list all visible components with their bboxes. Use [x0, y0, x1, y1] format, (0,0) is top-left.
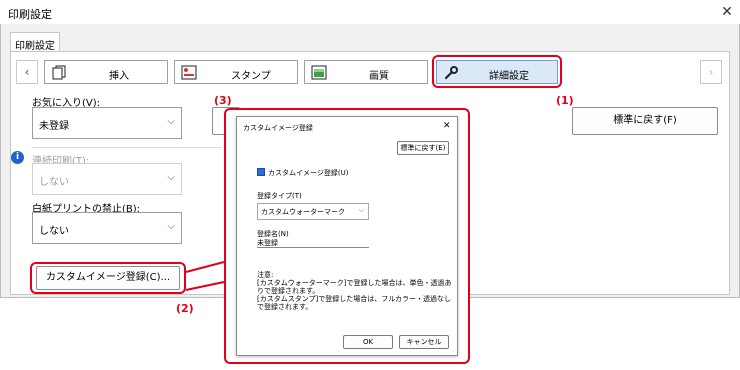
register-name-input[interactable]: 未登録	[257, 238, 369, 248]
dialog-title: カスタムイメージ登録	[243, 124, 313, 132]
register-type-value: カスタムウォーターマーク	[261, 208, 345, 216]
register-type-select[interactable]: カスタムウォーターマーク ⌵	[257, 203, 369, 220]
chevron-down-icon: ⌵	[358, 206, 364, 214]
cancel-button[interactable]: キャンセル	[399, 335, 449, 349]
dialog-reset-button[interactable]: 標準に戻す(E)	[397, 141, 449, 155]
dialog-close-icon[interactable]: ✕	[443, 121, 451, 131]
register-name-value: 未登録	[257, 239, 278, 247]
custom-image-dialog: カスタムイメージ登録 ✕ 標準に戻す(E) カスタムイメージ登録(U) 登録タイ…	[236, 116, 458, 356]
custom-image-checkbox-label: カスタムイメージ登録(U)	[268, 169, 349, 177]
custom-image-checkbox[interactable]	[257, 168, 265, 176]
callout-3: (3)	[214, 94, 232, 107]
register-type-label: 登録タイプ(T)	[257, 192, 302, 200]
ok-button[interactable]: OK	[343, 335, 393, 349]
dialog-note: 注意: [カスタムウォーターマーク]で登録した場合は、単色・透過ありで登録されま…	[257, 271, 452, 311]
